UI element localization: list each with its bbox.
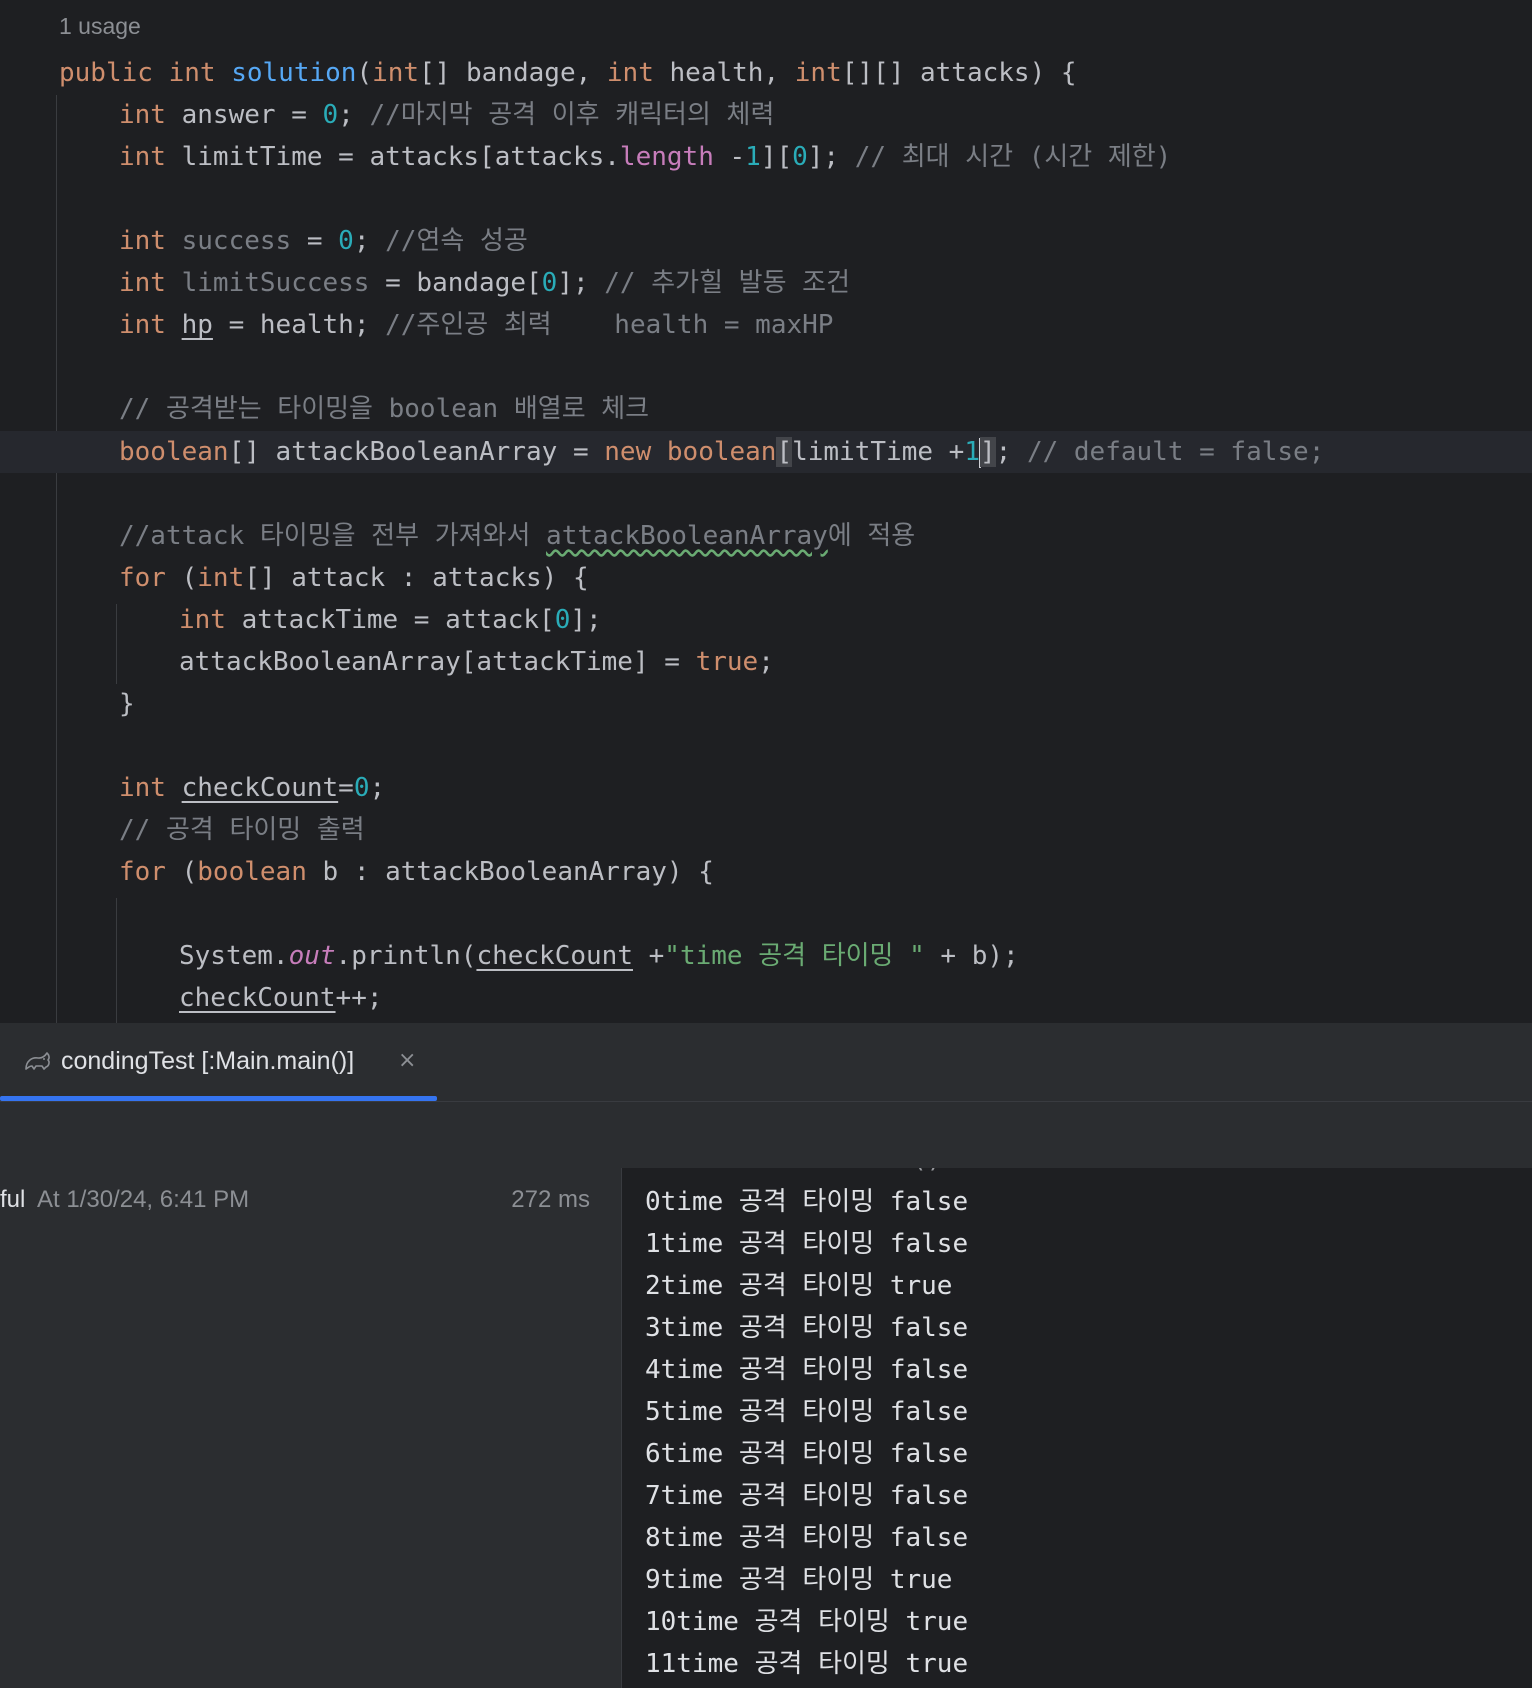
code-line[interactable]: int limitSuccess = bandage[0]; // 추가힐 발동…: [0, 262, 1532, 304]
code-comment: // 공격 타이밍 출력: [119, 815, 365, 845]
console-line: 8time 공격 타이밍 false: [645, 1523, 969, 1553]
run-timestamp: At 1/30/24, 6:41 PM: [37, 1186, 250, 1213]
method-params: (int[] bandage, int health, int[][] atta…: [356, 58, 1077, 88]
console-line: 7time 공격 타이밍 false: [645, 1481, 969, 1511]
code-line[interactable]: int success = 0; //연속 성공: [0, 220, 1532, 262]
run-status: ful: [0, 1186, 26, 1213]
console-output[interactable]: > Task :Main.main() 0time 공격 타이밍 false 1…: [622, 1168, 1532, 1688]
code-comment: //attack 타이밍을 전부 가져와서 attackBooleanArray…: [119, 521, 916, 551]
code-line[interactable]: int attackTime = attack[0];: [0, 599, 1532, 641]
string-literal: "time 공격 타이밍 ": [664, 941, 925, 971]
console-line: 10time 공격 타이밍 true: [645, 1607, 969, 1637]
console-line: 9time 공격 타이밍 true: [645, 1565, 953, 1595]
code-line[interactable]: for (boolean b : attackBooleanArray) {: [0, 851, 1532, 893]
close-icon[interactable]: ×: [398, 1045, 416, 1077]
code-line[interactable]: System.out.println(checkCount +"time 공격 …: [0, 935, 1532, 977]
method-name: solution: [231, 58, 357, 88]
typo-warning[interactable]: attackBooleanArray: [546, 521, 828, 551]
keyword: public: [59, 58, 153, 88]
console-line: 5time 공격 타이밍 false: [645, 1397, 969, 1427]
active-tab-indicator: [0, 1096, 437, 1101]
code-line[interactable]: //attack 타이밍을 전부 가져와서 attackBooleanArray…: [0, 515, 1532, 557]
console-line: 1time 공격 타이밍 false: [645, 1229, 969, 1259]
code-line[interactable]: int answer = 0; //마지막 공격 이후 캐릭터의 체력: [0, 94, 1532, 136]
code-line[interactable]: public int solution(int[] bandage, int h…: [0, 52, 1532, 94]
console-line: 4time 공격 타이밍 false: [645, 1355, 969, 1385]
code-line[interactable]: checkCount++;: [0, 977, 1532, 1019]
code-line[interactable]: }: [0, 683, 1532, 725]
run-tree-pane: ful At 1/30/24, 6:41 PM 272 ms: [0, 1168, 622, 1688]
code-line[interactable]: int hp = health; //주인공 최력 health = maxHP: [0, 304, 1532, 346]
code-line[interactable]: attackBooleanArray[attackTime] = true;: [0, 641, 1532, 683]
console-line: 3time 공격 타이밍 false: [645, 1313, 969, 1343]
code-comment: // 공격받는 타이밍을 boolean 배열로 체크: [119, 394, 650, 424]
code-comment: //연속 성공: [385, 226, 528, 256]
code-line[interactable]: for (int[] attack : attacks) {: [0, 557, 1532, 599]
gradle-icon: [25, 1052, 50, 1070]
code-comment: // default = false;: [1026, 437, 1325, 467]
run-tree-row[interactable]: ful At 1/30/24, 6:41 PM 272 ms: [0, 1182, 600, 1218]
code-editor[interactable]: 1 usage public int solution(int[] bandag…: [0, 0, 1532, 1023]
run-toolbar: [0, 1102, 1532, 1169]
usage-hint[interactable]: 1 usage: [59, 13, 141, 40]
console-line: > Task :Main.main(): [645, 1168, 942, 1180]
run-duration: 272 ms: [511, 1186, 590, 1213]
console-line: 11time 공격 타이밍 true: [645, 1649, 969, 1679]
run-tab[interactable]: condingTest [:Main.main()] ×: [0, 1023, 437, 1101]
code-line[interactable]: int limitTime = attacks[attacks.length -…: [0, 136, 1532, 178]
current-code-line[interactable]: boolean[] attackBooleanArray = new boole…: [0, 431, 1532, 473]
console-line: 2time 공격 타이밍 true: [645, 1271, 953, 1301]
code-comment: // 추가힐 발동 조건: [604, 268, 850, 298]
code-line[interactable]: int checkCount=0;: [0, 767, 1532, 809]
code-comment: // 최대 시간 (시간 제한): [854, 142, 1172, 172]
code-comment: //주인공 최력 health = maxHP: [385, 310, 834, 340]
console-line: 0time 공격 타이밍 false: [645, 1187, 969, 1217]
code-comment: //마지막 공격 이후 캐릭터의 체력: [369, 100, 775, 130]
console-line: 6time 공격 타이밍 false: [645, 1439, 969, 1469]
code-line[interactable]: // 공격받는 타이밍을 boolean 배열로 체크: [0, 388, 1532, 430]
run-tab-label: condingTest [:Main.main()]: [61, 1047, 355, 1075]
keyword: int: [168, 58, 216, 88]
code-line[interactable]: // 공격 타이밍 출력: [0, 809, 1532, 851]
run-tool-window-tabs: condingTest [:Main.main()] ×: [0, 1023, 1532, 1102]
